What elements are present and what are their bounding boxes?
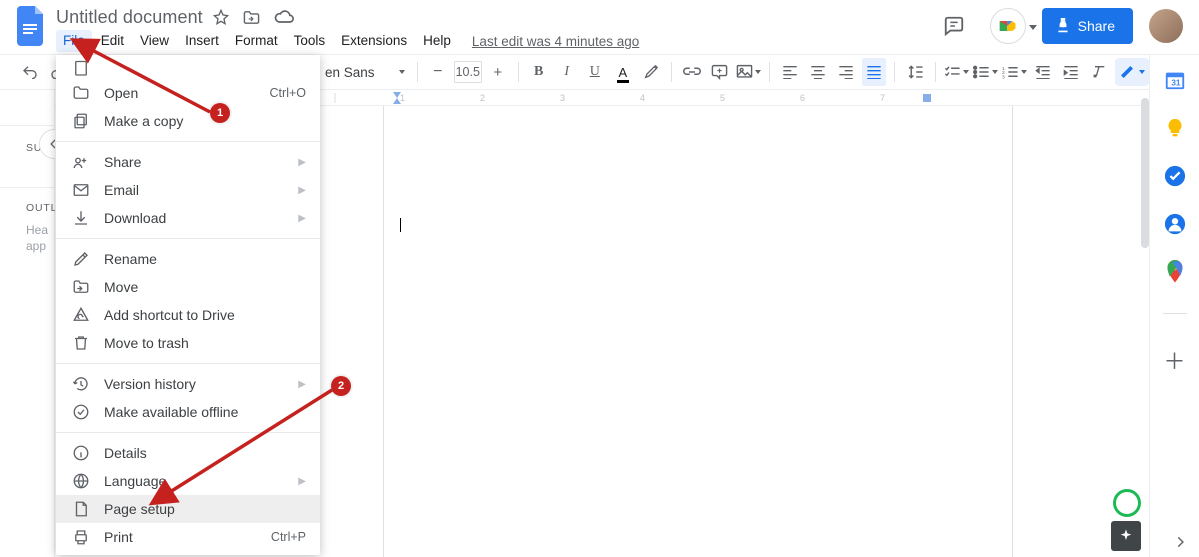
vertical-scrollbar[interactable] [1141, 90, 1149, 557]
chevron-down-icon [1139, 70, 1145, 74]
svg-text:31: 31 [1171, 79, 1181, 88]
svg-text:3: 3 [1002, 74, 1005, 79]
increase-indent-icon[interactable] [1059, 58, 1083, 86]
menu-details[interactable]: Details [56, 439, 320, 467]
explore-button[interactable] [1111, 521, 1141, 551]
menu-bar: File Edit View Insert Format Tools Exten… [56, 30, 639, 52]
font-family-select[interactable]: en Sans [319, 60, 409, 84]
cloud-icon[interactable] [274, 10, 294, 24]
maps-icon[interactable] [1164, 261, 1186, 283]
align-justify-icon[interactable] [862, 58, 886, 86]
insert-link-icon[interactable] [680, 58, 704, 86]
svg-text:7: 7 [880, 93, 885, 103]
add-addon-icon[interactable]: ＋ [1163, 344, 1185, 376]
outline-panel: SUM OUTL Hea app [0, 90, 55, 557]
menu-rename[interactable]: Rename [56, 245, 320, 273]
insert-comment-icon[interactable] [708, 58, 732, 86]
menu-add-shortcut[interactable]: Add shortcut to Drive [56, 301, 320, 329]
bold-button[interactable]: B [527, 58, 551, 86]
clear-format-icon[interactable] [1087, 58, 1111, 86]
menu-download[interactable]: Download ▶ [56, 204, 320, 232]
line-spacing-icon[interactable] [903, 58, 927, 86]
font-size-increase[interactable]: + [486, 58, 510, 86]
align-center-icon[interactable] [806, 58, 830, 86]
share-button[interactable]: Share [1042, 8, 1133, 44]
contacts-icon[interactable] [1164, 213, 1186, 235]
text-color-button[interactable]: A [611, 58, 635, 86]
title-block: Untitled document File Edit View Insert … [56, 6, 639, 52]
menu-move[interactable]: Move [56, 273, 320, 301]
menu-page-setup[interactable]: Page setup [56, 495, 320, 523]
menu-print[interactable]: Print Ctrl+P [56, 523, 320, 551]
undo-icon[interactable] [18, 58, 42, 86]
chevron-down-icon [1021, 70, 1027, 74]
svg-text:5: 5 [720, 93, 725, 103]
align-right-icon[interactable] [834, 58, 858, 86]
document-page[interactable] [383, 106, 1013, 557]
underline-button[interactable]: U [583, 58, 607, 86]
menu-format[interactable]: Format [228, 30, 285, 52]
account-avatar[interactable] [1149, 9, 1183, 43]
menu-open[interactable]: Open Ctrl+O [56, 79, 320, 107]
menu-offline[interactable]: Make available offline [56, 398, 320, 426]
keep-icon[interactable] [1164, 117, 1186, 139]
outline-hint-1: Hea [26, 223, 48, 237]
checklist-icon[interactable] [944, 58, 969, 86]
svg-text:2: 2 [480, 93, 485, 103]
menu-edit[interactable]: Edit [94, 30, 131, 52]
star-icon[interactable] [213, 9, 229, 25]
chevron-down-icon [992, 70, 998, 74]
move-icon[interactable] [243, 10, 260, 25]
decrease-indent-icon[interactable] [1031, 58, 1055, 86]
hide-sidepanel-icon[interactable] [1173, 535, 1187, 549]
chevron-down-icon [399, 70, 405, 74]
header-right: Share [934, 6, 1183, 46]
menu-insert[interactable]: Insert [178, 30, 226, 52]
menu-version-history[interactable]: Version history ▶ [56, 370, 320, 398]
font-size-decrease[interactable]: − [426, 58, 450, 86]
share-label: Share [1078, 18, 1115, 34]
last-edit-link[interactable]: Last edit was 4 minutes ago [472, 34, 639, 49]
outline-heading: OUTL [0, 202, 54, 214]
file-menu-dropdown: Open Ctrl+O Make a copy Share ▶ Email ▶ … [56, 55, 320, 555]
document-title[interactable]: Untitled document [56, 7, 203, 28]
menu-help[interactable]: Help [416, 30, 458, 52]
bulleted-list-icon[interactable] [973, 58, 998, 86]
font-size-input[interactable]: 10.5 [454, 61, 482, 83]
italic-button[interactable]: I [555, 58, 579, 86]
svg-text:3: 3 [560, 93, 565, 103]
menu-extensions[interactable]: Extensions [334, 30, 414, 52]
editing-mode-button[interactable] [1115, 58, 1149, 86]
menu-share[interactable]: Share ▶ [56, 148, 320, 176]
docs-logo[interactable] [12, 6, 52, 46]
menu-move-trash[interactable]: Move to trash [56, 329, 320, 357]
menu-tools[interactable]: Tools [287, 30, 333, 52]
calendar-icon[interactable]: 31 [1164, 69, 1186, 91]
chevron-down-icon [963, 70, 969, 74]
outline-hint-2: app [26, 239, 46, 253]
svg-text:4: 4 [640, 93, 645, 103]
svg-text:6: 6 [800, 93, 805, 103]
svg-text:1: 1 [400, 93, 405, 103]
menu-view[interactable]: View [133, 30, 176, 52]
menu-file[interactable]: File [56, 30, 92, 52]
grammarly-icon[interactable] [1113, 489, 1141, 517]
insert-image-icon[interactable] [736, 58, 761, 86]
right-sidebar: 31 ＋ [1149, 55, 1199, 557]
menu-new[interactable] [56, 59, 320, 79]
highlight-button[interactable] [639, 58, 663, 86]
menu-language[interactable]: Language ▶ [56, 467, 320, 495]
menu-email[interactable]: Email ▶ [56, 176, 320, 204]
comments-icon[interactable] [934, 6, 974, 46]
top-bar: Untitled document File Edit View Insert … [0, 0, 1199, 54]
meet-icon[interactable] [990, 8, 1026, 44]
tasks-icon[interactable] [1164, 165, 1186, 187]
numbered-list-icon[interactable]: 123 [1002, 58, 1027, 86]
menu-make-copy[interactable]: Make a copy [56, 107, 320, 135]
align-left-icon[interactable] [778, 58, 802, 86]
chevron-down-icon [755, 70, 761, 74]
font-name: en Sans [325, 65, 375, 80]
